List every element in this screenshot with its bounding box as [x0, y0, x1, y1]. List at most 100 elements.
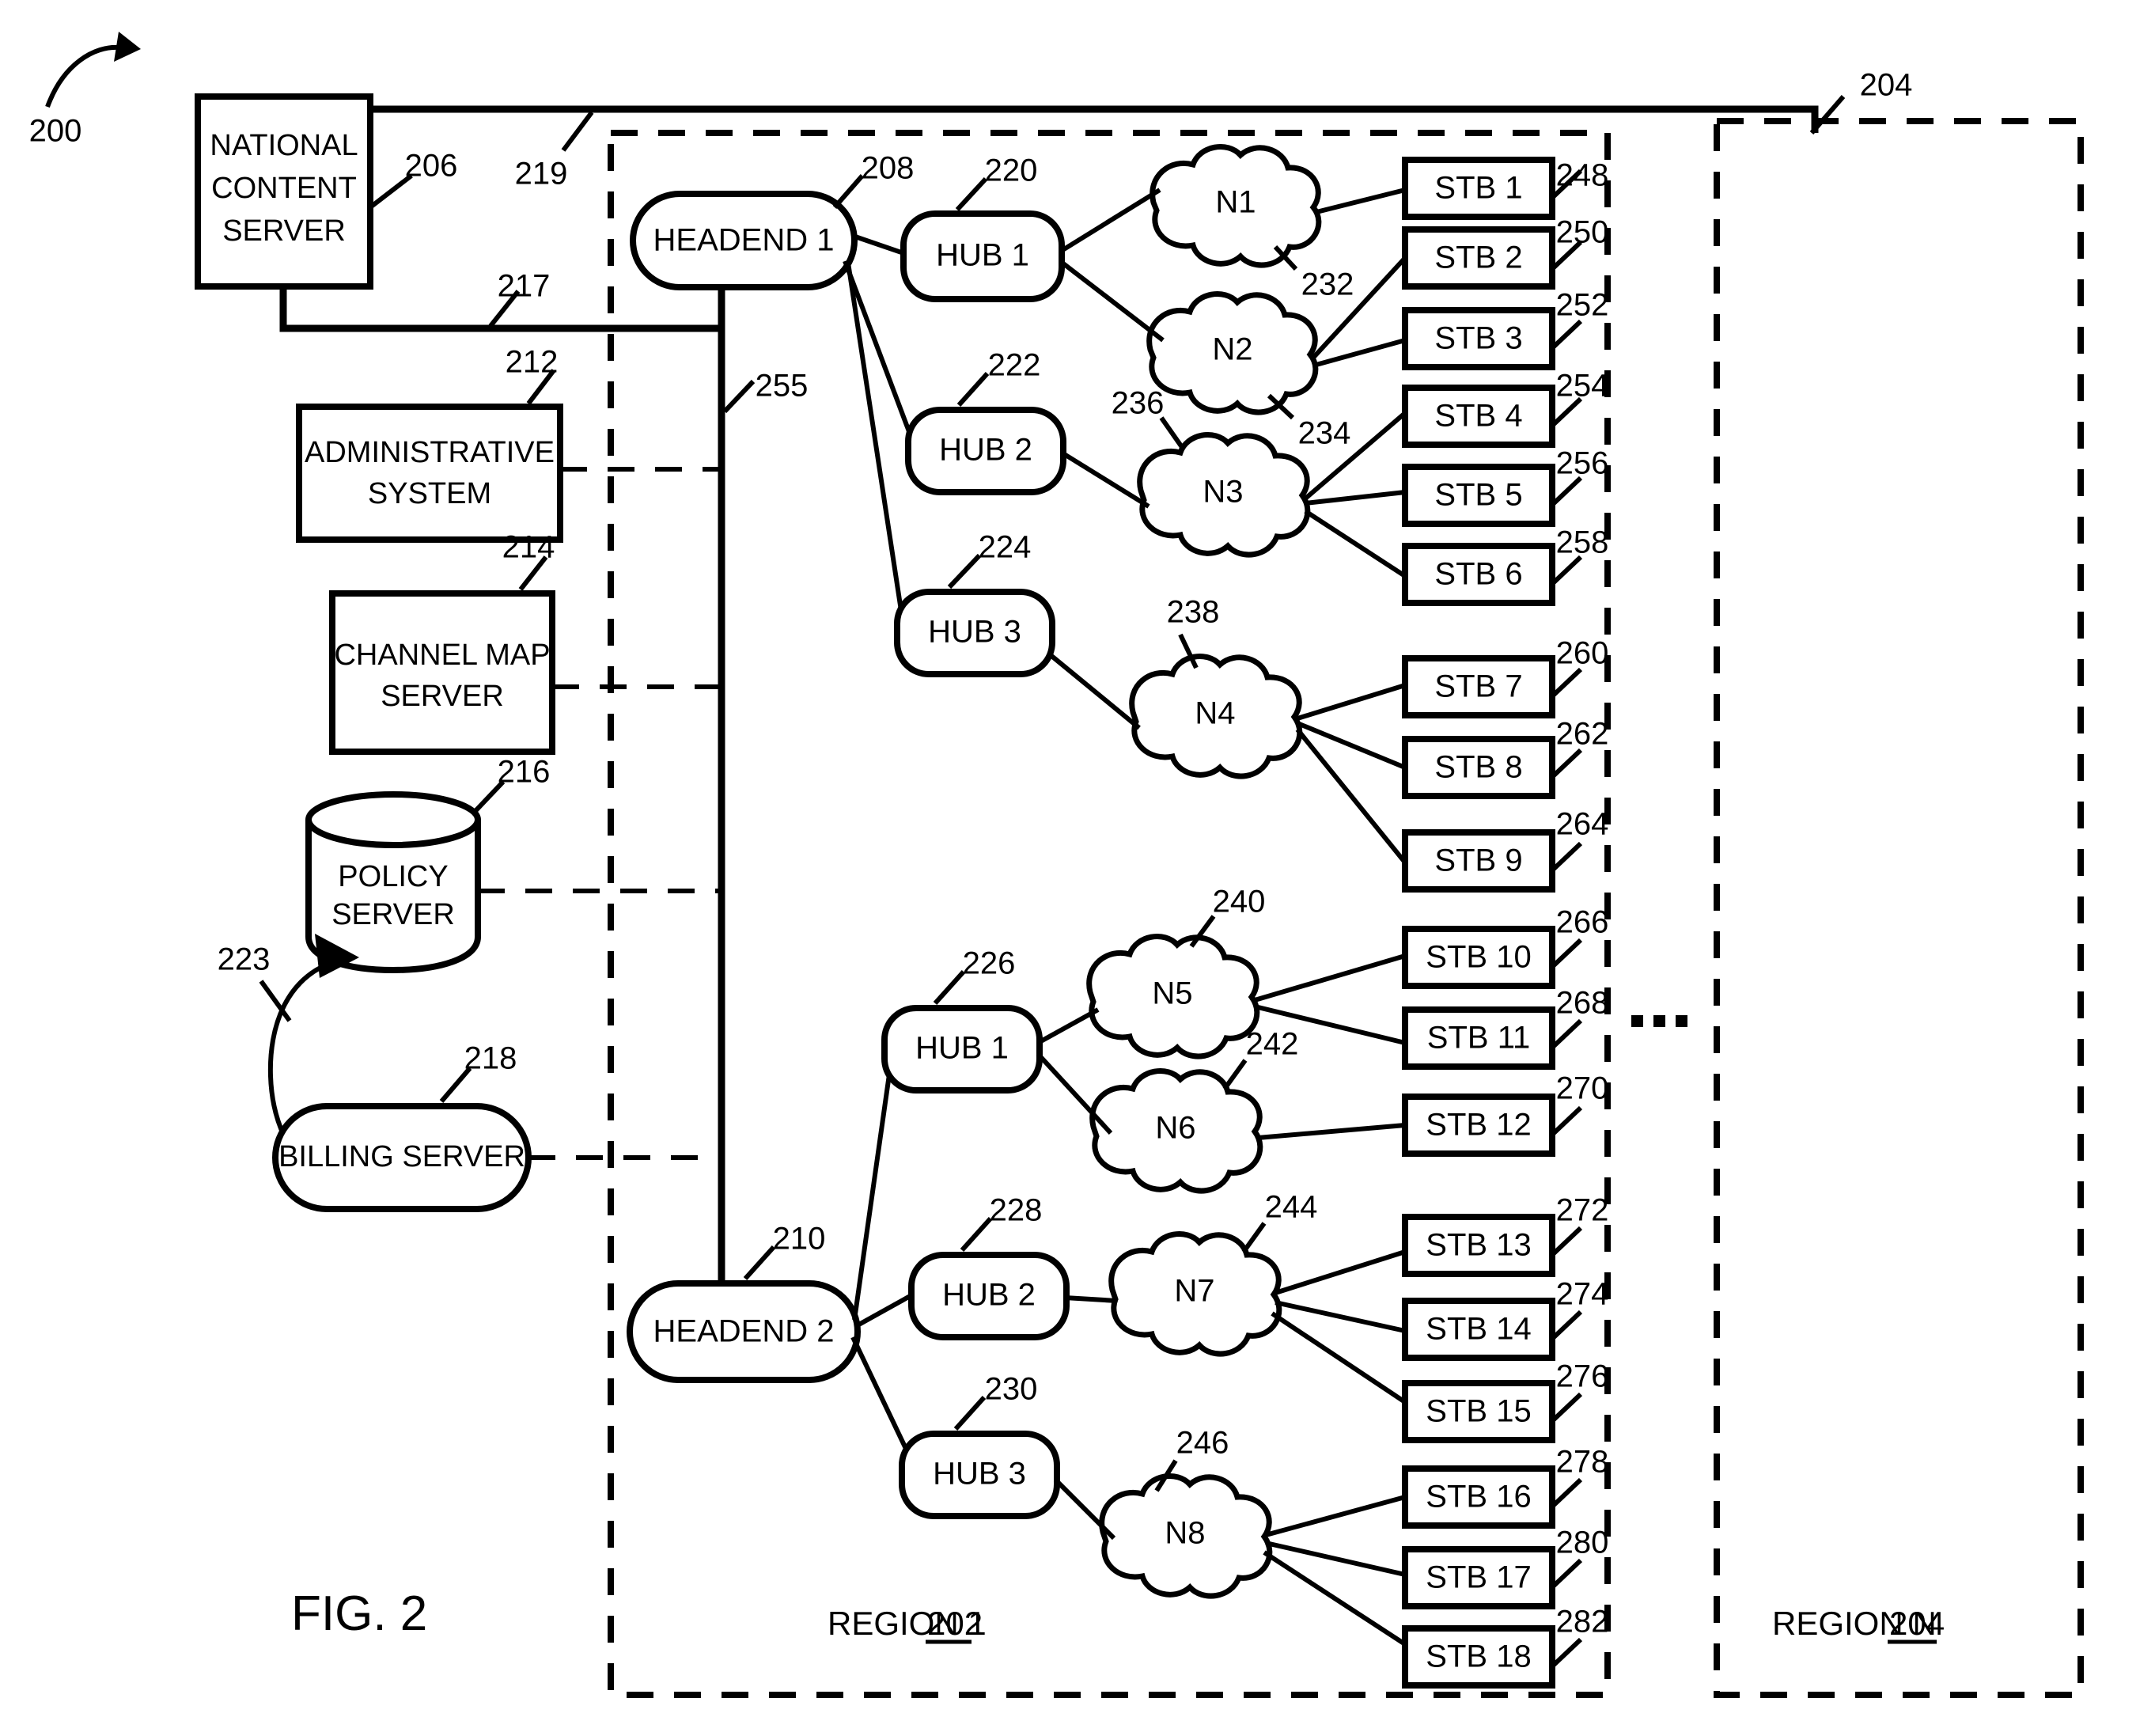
edge-hub2b-n7	[1064, 1295, 1118, 1303]
ref-234: 234	[1298, 416, 1351, 451]
ref-208-leader	[832, 174, 865, 209]
figure-label: FIG. 2	[291, 1586, 427, 1641]
ref-210: 210	[773, 1222, 826, 1257]
ref-256: 256	[1556, 446, 1609, 481]
edge-headend1-hub1	[852, 233, 909, 257]
ref-223: 223	[218, 942, 271, 977]
ref-214: 214	[502, 530, 555, 565]
ref-240: 240	[1213, 885, 1266, 919]
network-n2-label: N2	[1212, 332, 1252, 367]
ref-226-leader	[933, 969, 966, 1006]
stb-5-label: STB 5	[1434, 478, 1522, 513]
ref-280-leader	[1550, 1558, 1583, 1590]
ref-262-leader	[1550, 748, 1583, 779]
ref-270: 270	[1556, 1071, 1609, 1106]
ref-210-leader	[743, 1245, 776, 1281]
ref-230: 230	[985, 1372, 1038, 1407]
ref-236-leader	[1159, 416, 1186, 451]
hub-3-region1-label: HUB 3	[928, 615, 1021, 650]
ref-255: 255	[756, 369, 809, 404]
ref-222: 222	[988, 348, 1041, 383]
ref-258: 258	[1556, 525, 1609, 560]
region-n-boundary	[1714, 118, 2084, 1698]
ref-262: 262	[1556, 717, 1609, 752]
ref-212: 212	[506, 345, 559, 380]
ref-236: 236	[1112, 386, 1165, 421]
network-n8-node: N8	[1099, 1473, 1273, 1599]
ref-266: 266	[1556, 905, 1609, 940]
edge-n6-stb12	[1257, 1123, 1406, 1140]
ref-224-leader	[947, 553, 982, 589]
ref-222-leader	[956, 371, 990, 407]
ref-224: 224	[979, 530, 1032, 565]
edge-hub1-n1	[1059, 188, 1161, 254]
ref-242-leader	[1222, 1059, 1248, 1090]
ref-220-leader	[955, 176, 988, 212]
edge-headend1-hub3	[846, 262, 904, 616]
administrative-system-label-line1: ADMINISTRATIVE	[305, 436, 555, 469]
hub-2-headend2-label: HUB 2	[942, 1278, 1036, 1313]
channel-map-server-box	[329, 590, 555, 755]
ref-272: 272	[1556, 1193, 1609, 1228]
hub-1-region1-label: HUB 1	[936, 238, 1029, 273]
edge-n5-stb10	[1254, 953, 1406, 1003]
ref-206: 206	[405, 149, 458, 184]
hub-3-headend2-label: HUB 3	[933, 1457, 1026, 1492]
ref-278: 278	[1556, 1445, 1609, 1480]
ref-246: 246	[1176, 1426, 1229, 1461]
edge-hub3-n4	[1049, 653, 1141, 730]
stb-10-label: STB 10	[1426, 940, 1531, 975]
stb-16-label: STB 16	[1426, 1480, 1531, 1514]
ref-208: 208	[862, 151, 915, 186]
network-n1-node: N1	[1150, 144, 1322, 268]
ref-282-leader	[1550, 1637, 1583, 1669]
ref-226: 226	[963, 946, 1016, 981]
ref-216: 216	[498, 755, 551, 790]
ref-244: 244	[1265, 1190, 1318, 1225]
ref-232: 232	[1301, 267, 1354, 302]
ref-228: 228	[990, 1193, 1043, 1228]
headend-1-label: HEADEND 1	[653, 223, 835, 258]
regions-ellipsis	[1631, 1015, 1687, 1027]
edge-headend2-hub1	[852, 1052, 895, 1321]
network-n8-label: N8	[1165, 1516, 1205, 1551]
network-architecture-diagram: 200 NATIONAL CONTENT SERVER 206 219 217 …	[29, 32, 2084, 1698]
headend-2-label: HEADEND 2	[653, 1314, 835, 1349]
network-n7-label: N7	[1174, 1274, 1214, 1309]
policy-server-label-line2: SERVER	[331, 898, 455, 931]
edge-hub1b-n6	[1036, 1052, 1113, 1135]
policy-server-label-line1: POLICY	[338, 860, 448, 893]
network-n5-node: N5	[1086, 934, 1260, 1059]
network-n5-label: N5	[1152, 976, 1192, 1011]
policy-server-cylinder-top	[305, 791, 481, 848]
national-content-server-label-line2: CONTENT	[211, 172, 357, 205]
stb-6-label: STB 6	[1434, 557, 1522, 592]
edge-hub1b-n5	[1036, 1007, 1100, 1045]
ref-255-leader	[722, 379, 756, 414]
ref-264: 264	[1556, 807, 1609, 842]
ref-242: 242	[1246, 1027, 1299, 1062]
edge-headend2-hub2	[854, 1292, 915, 1329]
ref-274: 274	[1556, 1277, 1609, 1312]
stb-18-label: STB 18	[1426, 1639, 1531, 1674]
ref-282: 282	[1556, 1605, 1609, 1639]
edge-n8-stb16	[1265, 1495, 1406, 1537]
ref-276-leader	[1550, 1392, 1583, 1423]
system-ref-arrowhead	[114, 32, 141, 62]
network-n7-node: N7	[1108, 1231, 1282, 1357]
stb-1-label: STB 1	[1434, 171, 1522, 206]
network-n1-label: N1	[1215, 185, 1256, 220]
ref-219: 219	[515, 157, 568, 191]
ref-270-leader	[1550, 1105, 1583, 1137]
national-content-server-label-line3: SERVER	[222, 214, 346, 248]
network-n3-label: N3	[1203, 475, 1243, 510]
ref-204: 204	[1860, 68, 1913, 103]
region-1-ref: 202	[927, 1605, 983, 1642]
ref-254: 254	[1556, 369, 1609, 404]
edge-n4-stb8	[1296, 721, 1407, 770]
stb-13-label: STB 13	[1426, 1228, 1531, 1263]
network-n2-node: N2	[1146, 291, 1319, 415]
edge-n8-stb18	[1263, 1550, 1407, 1647]
stb-14-label: STB 14	[1426, 1312, 1531, 1347]
stb-12-label: STB 12	[1426, 1108, 1531, 1143]
